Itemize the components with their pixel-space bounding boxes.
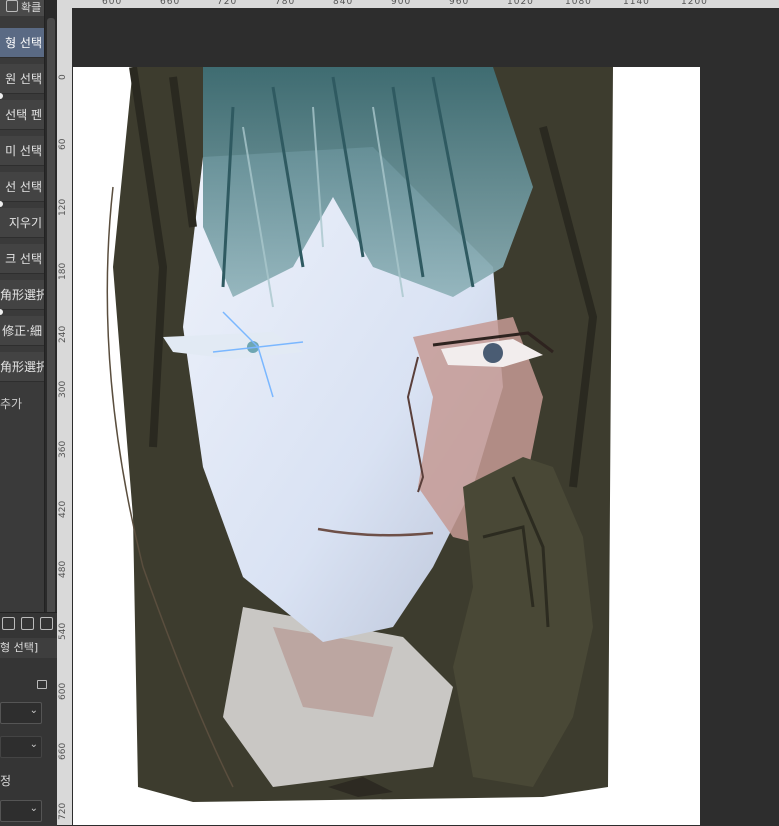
sub-tool-item[interactable]: 修正·細	[0, 316, 44, 346]
lock-icon[interactable]	[37, 680, 47, 689]
trash-icon[interactable]	[40, 617, 53, 630]
add-sub-tool-link[interactable]: 추가	[0, 395, 22, 412]
ruler-tick-label: 420	[58, 500, 68, 518]
ruler-tick-label: 720	[58, 802, 68, 820]
ruler-tick-label: 720	[217, 0, 238, 7]
ruler-tick-label: 1200	[681, 0, 708, 7]
ruler-tick-label: 1140	[623, 0, 650, 7]
group-dot-icon	[0, 201, 3, 207]
sub-tool-label: 지우기	[8, 216, 42, 230]
panel-tab[interactable]: 확클	[0, 0, 50, 16]
tool-property-title: 형 선택]	[0, 638, 57, 658]
sub-tool-item[interactable]: 미 선택	[0, 136, 44, 166]
globe-icon	[6, 0, 18, 12]
ruler-tick-label: 120	[58, 198, 68, 216]
ruler-tick-label: 840	[333, 0, 354, 7]
vertical-ruler: 0 60 120 180 240 300 360 420 480 540 600…	[57, 8, 73, 825]
ruler-tick-label: 300	[58, 380, 68, 398]
chevron-down-icon: ⌄	[29, 739, 38, 750]
sub-tool-item[interactable]: 角形選択	[0, 280, 44, 310]
ruler-tick-label: 600	[58, 682, 68, 700]
sub-tool-label: 미 선택	[5, 144, 42, 158]
brush-shape-select[interactable]: ⌄	[0, 800, 42, 822]
ruler-tick-label: 0	[58, 74, 68, 80]
scroll-thumb[interactable]	[47, 18, 55, 618]
ruler-tick-label: 900	[391, 0, 412, 7]
sub-tool-item[interactable]: 선 선택	[0, 172, 44, 202]
ruler-tick-label: 360	[58, 440, 68, 458]
group-dot-icon	[0, 93, 3, 99]
ruler-tick-label: 1080	[565, 0, 592, 7]
ruler-tick-label: 780	[275, 0, 296, 7]
ruler-tick-label: 960	[449, 0, 470, 7]
sub-tool-label: 角形選択	[0, 288, 44, 302]
chevron-down-icon: ⌄	[29, 803, 38, 814]
ruler-tick-label: 1020	[507, 0, 534, 7]
sub-tool-label: 선택 펜	[5, 108, 42, 122]
sub-tool-item[interactable]: 크 선택	[0, 244, 44, 274]
sub-tool-item[interactable]: 선택 펜	[0, 100, 44, 130]
sub-tool-label: 修正·細	[2, 324, 42, 338]
ruler-tick-label: 60	[58, 138, 68, 150]
save-sub-tool-icon[interactable]	[2, 617, 15, 630]
correction-label: 정	[0, 774, 12, 788]
ruler-tick-label: 540	[58, 622, 68, 640]
ruler-tick-label: 660	[58, 742, 68, 760]
sub-tool-label: 角形選択	[0, 360, 44, 374]
ruler-tick-label: 240	[58, 325, 68, 343]
ruler-tick-label: 600	[102, 0, 123, 7]
sub-tool-item[interactable]: 角形選択	[0, 352, 44, 382]
sub-tool-item[interactable]: 원 선택	[0, 64, 44, 94]
group-dot-icon	[0, 309, 3, 315]
chevron-down-icon: ⌄	[29, 705, 38, 716]
ruler-tick-label: 480	[58, 560, 68, 578]
sub-tool-item[interactable]: 형 선택	[0, 28, 44, 58]
anti-alias-select[interactable]: ⌄	[0, 736, 42, 758]
ruler-tick-label: 180	[58, 262, 68, 280]
panel-tab-label: 확클	[21, 1, 42, 14]
sub-tool-label: 형 선택	[5, 36, 42, 50]
sub-tool-label: 원 선택	[5, 72, 42, 86]
ruler-tick-label: 660	[160, 0, 181, 7]
illustration-artwork[interactable]	[73, 67, 700, 825]
selection-mode-select[interactable]: ⌄	[0, 702, 42, 724]
sub-tool-item[interactable]: 지우기	[0, 208, 44, 238]
duplicate-sub-tool-icon[interactable]	[21, 617, 34, 630]
sub-tool-label: 선 선택	[5, 180, 42, 194]
sub-tool-label: 크 선택	[5, 252, 42, 266]
